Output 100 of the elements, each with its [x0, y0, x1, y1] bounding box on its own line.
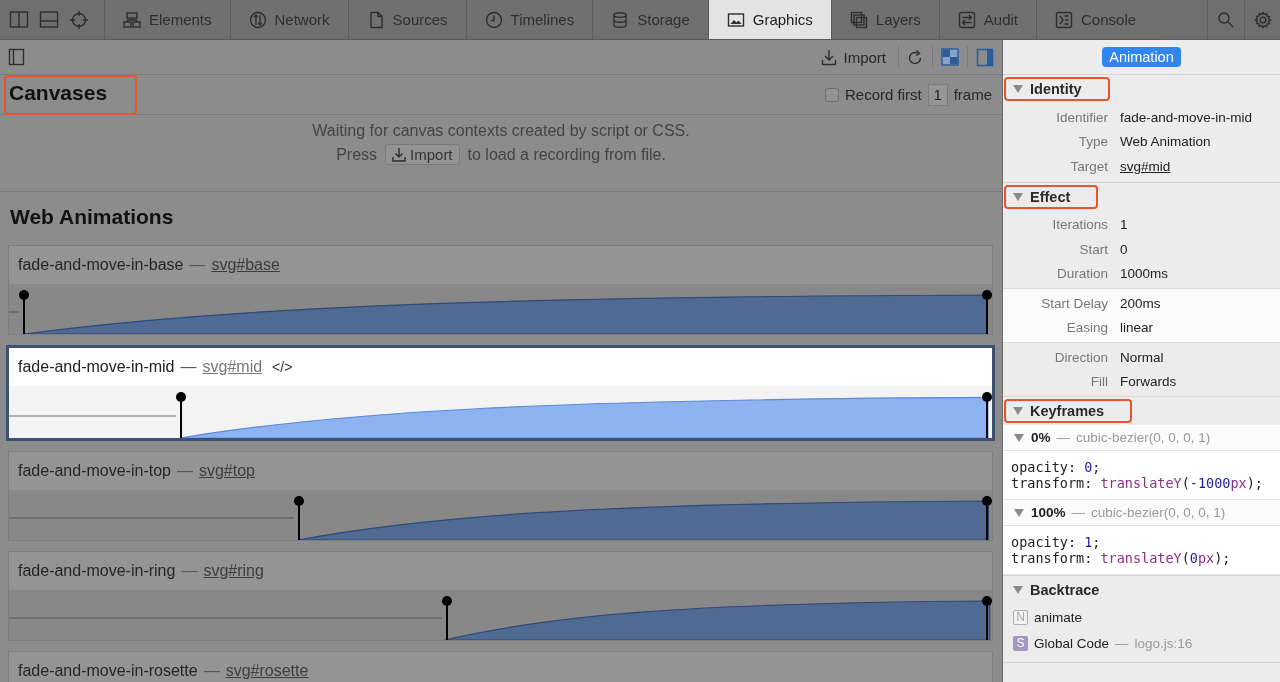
property-value: 1000ms: [1120, 266, 1169, 282]
animation-card[interactable]: fade-and-move-in-rosette — svg#rosette: [8, 651, 993, 682]
disclosure-triangle-icon[interactable]: [1013, 506, 1025, 519]
keyframe-marker[interactable]: [294, 496, 305, 540]
disclosure-triangle-icon[interactable]: [1013, 431, 1025, 444]
reload-icon[interactable]: [907, 48, 924, 66]
instruction-text: Press: [336, 145, 378, 164]
disclosure-triangle-icon[interactable]: [1012, 190, 1024, 203]
easing-function: cubic-bezier(0, 0, 0, 1): [1091, 505, 1226, 520]
target-link[interactable]: svg#ring: [203, 562, 264, 580]
native-badge: N: [1013, 609, 1028, 625]
property-value: 200ms: [1120, 295, 1161, 311]
property-label: Fill: [1089, 374, 1109, 390]
source-location[interactable]: logo.js:16: [1134, 635, 1193, 651]
css-declaration: opacity: 1;: [1011, 534, 1102, 550]
animation-card[interactable]: fade-and-move-in-top — svg#top: [8, 451, 993, 541]
separator-dash: —: [181, 562, 198, 580]
split-horizontal-icon[interactable]: [39, 10, 59, 30]
separator-dash: —: [1071, 505, 1086, 520]
frame-count-field[interactable]: 1: [927, 83, 948, 106]
split-vertical-icon[interactable]: [9, 10, 29, 30]
css-declaration: transform: translateY(0px);: [1011, 550, 1232, 566]
property-label: Iterations: [1051, 217, 1109, 233]
function-name[interactable]: animate: [1034, 609, 1083, 625]
animation-name: fade-and-move-in-ring: [18, 562, 176, 580]
separator-dash: —: [1115, 635, 1129, 651]
property-label: Direction: [1053, 349, 1109, 365]
console-icon: [1055, 10, 1074, 29]
checkbox-label: Record first: [844, 86, 922, 103]
elements-icon: [123, 10, 141, 29]
target-link[interactable]: svg#rosette: [225, 662, 309, 680]
keyframe-offset: 100%: [1031, 505, 1066, 520]
property-value: 1: [1120, 217, 1128, 233]
property-label: Identifier: [1055, 109, 1109, 125]
download-icon: [821, 48, 838, 66]
property-value: 0: [1120, 241, 1128, 257]
property-value: fade-and-move-in-mid: [1120, 109, 1253, 125]
crosshair-icon[interactable]: [69, 10, 89, 30]
target-link[interactable]: svg#base: [211, 256, 280, 274]
layers-icon: [849, 10, 868, 29]
disclosure-triangle-icon[interactable]: [1012, 405, 1024, 417]
instruction-text: to load a recording from file.: [467, 145, 666, 164]
image-icon: [726, 10, 745, 29]
separator-dash: —: [1056, 430, 1070, 445]
property-value: linear: [1120, 320, 1154, 336]
keyframe-marker[interactable]: [982, 496, 992, 540]
animation-card[interactable]: fade-and-move-in-mid — svg#mid </>: [6, 345, 995, 441]
animation-name: fade-and-move-in-mid: [18, 358, 175, 376]
animation-card[interactable]: fade-and-move-in-ring — svg#ring: [8, 551, 993, 641]
frame-label: frame: [953, 86, 992, 103]
download-icon: [392, 147, 407, 162]
easing-function: cubic-bezier(0, 0, 0, 1): [1076, 430, 1211, 445]
keyframe-marker[interactable]: [441, 596, 452, 640]
css-declaration: opacity: 0;: [1011, 459, 1102, 475]
tab[interactable]: Graphics: [707, 0, 831, 39]
keyframe-marker[interactable]: [982, 392, 992, 438]
checkerboard-icon[interactable]: [941, 48, 959, 66]
animation-card[interactable]: fade-and-move-in-base — svg#base: [8, 245, 993, 335]
disclosure-triangle-icon[interactable]: [1012, 83, 1024, 95]
property-label: Target: [1069, 158, 1109, 174]
section-title: Effect: [1030, 188, 1071, 205]
keyframe-marker[interactable]: [982, 290, 992, 334]
script-badge: S: [1013, 635, 1028, 651]
database-icon: [611, 10, 630, 29]
animation-name: fade-and-move-in-top: [18, 462, 171, 480]
property-label: Start Delay: [1040, 295, 1109, 311]
target-link[interactable]: svg#mid: [1120, 158, 1171, 174]
section-title: Identity: [1030, 81, 1082, 97]
sidebar-toggle-icon[interactable]: [8, 48, 25, 66]
sidebar-tab[interactable]: Animation: [1102, 47, 1181, 67]
code-link[interactable]: </>: [272, 359, 293, 375]
property-label: Duration: [1055, 266, 1109, 282]
separator-dash: —: [180, 358, 197, 376]
property-value: Forwards: [1120, 374, 1177, 390]
keyframe-marker[interactable]: [982, 596, 992, 640]
property-label: Easing: [1065, 320, 1109, 336]
disclosure-triangle-icon[interactable]: [1012, 584, 1024, 596]
property-label: Type: [1077, 134, 1109, 150]
section-heading: Canvases: [9, 80, 108, 105]
function-name[interactable]: Global Code: [1034, 635, 1110, 651]
keyframe-offset: 0%: [1031, 430, 1051, 445]
property-value: Web Animation: [1120, 134, 1211, 150]
sidebar-panel-icon[interactable]: [976, 47, 994, 67]
arrows-icon: [957, 10, 976, 29]
settings-icon[interactable]: [1253, 11, 1272, 29]
section-title: Backtrace: [1030, 582, 1100, 598]
keyframe-marker[interactable]: [176, 392, 187, 438]
keyframe-marker[interactable]: [18, 290, 29, 334]
target-link[interactable]: svg#top: [198, 462, 255, 480]
target-link[interactable]: svg#mid: [202, 358, 263, 376]
clock-icon: [484, 10, 503, 29]
separator-dash: —: [189, 256, 206, 274]
property-label: Start: [1078, 241, 1109, 257]
import-button[interactable]: Import: [385, 144, 460, 165]
checkbox[interactable]: [824, 87, 839, 102]
section-title: Keyframes: [1030, 403, 1105, 419]
network-icon: [248, 10, 267, 29]
animation-name: fade-and-move-in-base: [18, 256, 184, 274]
import-button[interactable]: Import: [815, 46, 892, 68]
search-icon[interactable]: [1217, 11, 1235, 29]
